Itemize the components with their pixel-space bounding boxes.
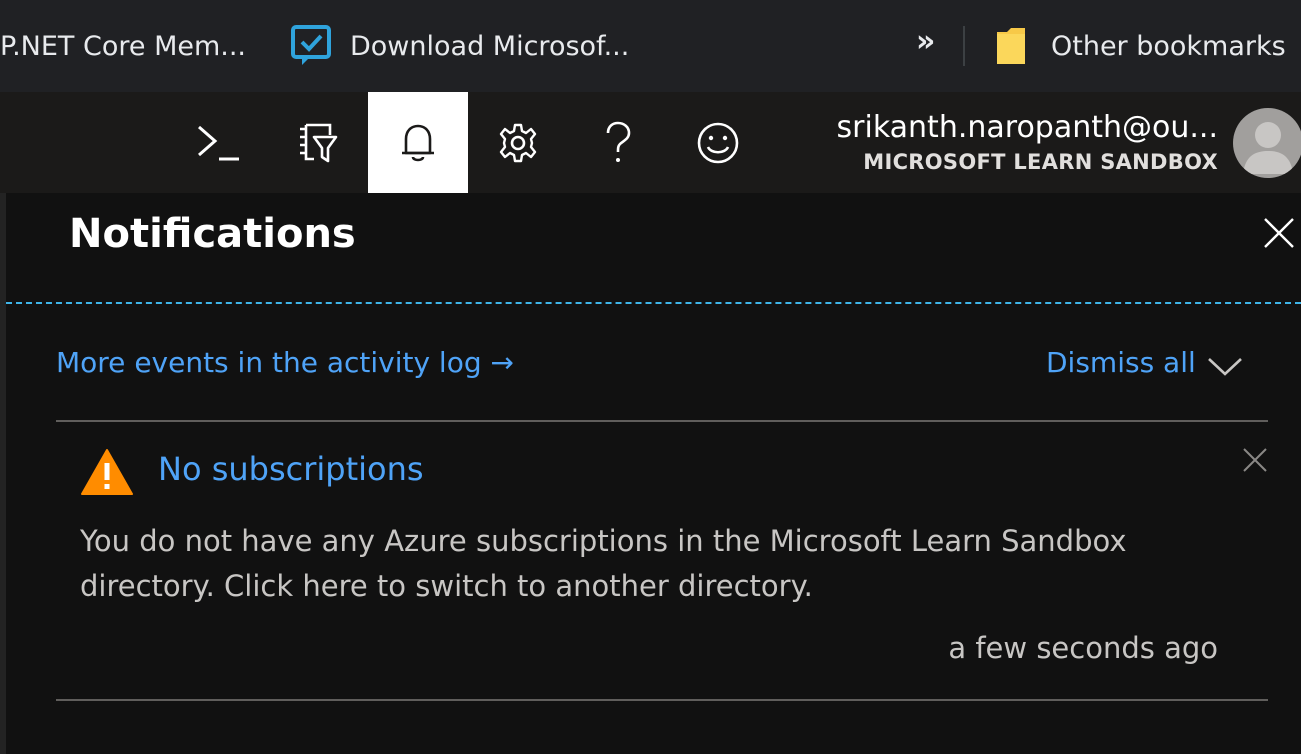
divider (56, 699, 1268, 701)
activity-log-link[interactable]: More events in the activity log → (56, 346, 514, 379)
progress-divider (6, 302, 1301, 304)
other-bookmarks-button[interactable]: Other bookmarks (995, 0, 1286, 92)
bookmark-download-microsoft[interactable]: Download Microsof... (290, 0, 629, 92)
cloud-shell-button[interactable] (168, 92, 268, 193)
dismiss-options-button[interactable] (1206, 353, 1244, 379)
folder-icon (995, 26, 1027, 66)
other-bookmarks-label: Other bookmarks (1051, 30, 1286, 62)
account-email: srikanth.naropanth@ou... (836, 109, 1218, 145)
directory-filter-button[interactable] (268, 92, 368, 193)
help-icon (604, 121, 632, 165)
bookmark-aspnet-core[interactable]: P.NET Core Mem... (0, 0, 246, 92)
dismiss-all-button[interactable]: Dismiss all (1046, 346, 1196, 379)
notification-title[interactable]: No subscriptions (158, 450, 424, 488)
warning-icon (80, 448, 134, 496)
dismiss-notification-button[interactable] (1242, 447, 1268, 473)
feedback-hub-icon (290, 24, 332, 68)
close-icon (1264, 218, 1294, 248)
bookmarks-overflow-button[interactable]: » (916, 24, 935, 59)
notification-item[interactable]: No subscriptions You do not have any Azu… (56, 422, 1268, 699)
portal-top-nav: srikanth.naropanth@ou... MICROSOFT LEARN… (0, 92, 1301, 193)
bookmark-label: P.NET Core Mem... (0, 30, 247, 62)
bookmarks-bar: P.NET Core Mem... Download Microsof... »… (0, 0, 1301, 92)
notifications-button[interactable] (368, 92, 468, 193)
user-avatar-icon (1243, 122, 1293, 174)
bookmark-label: Download Microsof... (350, 30, 630, 62)
close-panel-button[interactable] (1261, 215, 1297, 251)
account-menu[interactable]: srikanth.naropanth@ou... MICROSOFT LEARN… (837, 92, 1218, 193)
avatar[interactable] (1233, 108, 1301, 178)
chevron-down-icon (1208, 358, 1242, 376)
feedback-button[interactable] (668, 92, 768, 193)
notification-timestamp: a few seconds ago (948, 631, 1218, 665)
settings-button[interactable] (468, 92, 568, 193)
panel-title: Notifications (69, 211, 356, 257)
account-directory: MICROSOFT LEARN SANDBOX (863, 149, 1218, 174)
bell-icon (400, 123, 436, 163)
bookmarks-separator (963, 26, 965, 66)
cloud-shell-icon (195, 123, 241, 163)
help-button[interactable] (568, 92, 668, 193)
gear-icon (497, 122, 539, 164)
notifications-panel: Notifications More events in the activit… (6, 193, 1301, 754)
feedback-smiley-icon (696, 121, 740, 165)
close-icon (1243, 448, 1267, 472)
directory-filter-icon (296, 121, 340, 165)
notification-body: You do not have any Azure subscriptions … (80, 524, 1127, 603)
